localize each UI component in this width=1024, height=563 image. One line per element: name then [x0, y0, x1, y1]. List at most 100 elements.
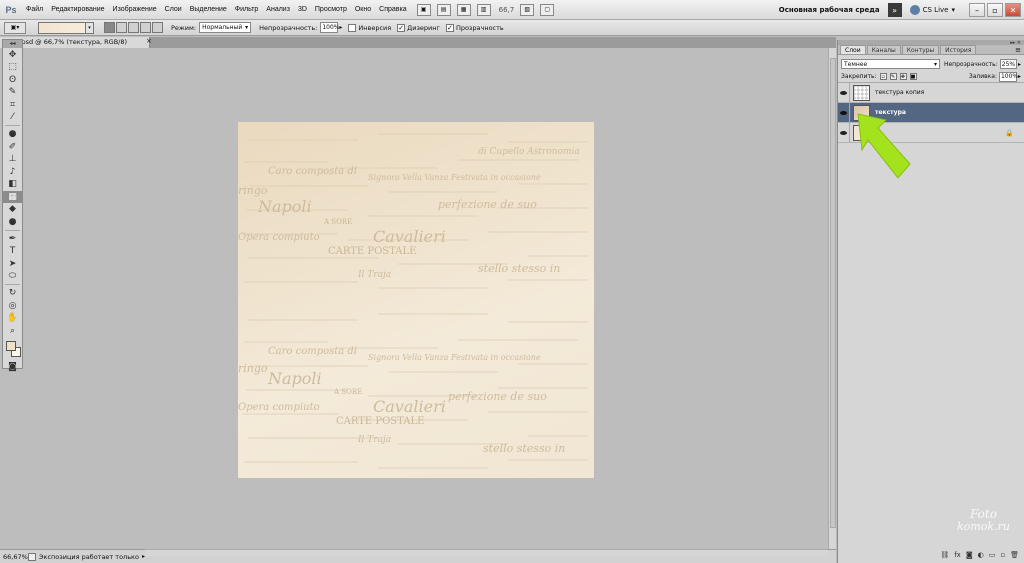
status-info-icon[interactable] — [28, 552, 36, 561]
canvas[interactable]: Caro composta di perfezione de suo stell… — [238, 122, 594, 478]
3d-orbit-tool-icon[interactable]: ◎ — [3, 300, 22, 312]
view-extras-icon[interactable]: ▥ — [476, 3, 491, 16]
cs-live-button[interactable]: CS Live ▾ — [909, 5, 955, 15]
transparency-checkbox[interactable]: ✓ Прозрачность — [445, 23, 504, 32]
chevron-right-icon[interactable]: ▸ — [339, 24, 342, 31]
lock-pixels-icon[interactable]: ✎ — [889, 73, 897, 80]
path-selection-tool-icon[interactable]: ➤ — [3, 258, 22, 270]
close-icon[interactable]: × — [146, 37, 152, 45]
menu-select[interactable]: Выделение — [186, 6, 231, 13]
dodge-tool-icon[interactable]: ● — [3, 216, 22, 228]
clone-stamp-tool-icon[interactable]: ⊥ — [3, 153, 22, 165]
lock-transparency-icon[interactable]: ▫ — [879, 73, 887, 80]
arrange-documents-icon[interactable]: ▧ — [520, 3, 535, 16]
tab-layers[interactable]: Слои — [840, 45, 866, 54]
eraser-tool-icon[interactable]: ◧ — [3, 178, 22, 190]
bridge-icon[interactable]: ▣ — [416, 3, 431, 16]
lock-label: Закрепить: — [841, 73, 877, 80]
gradient-dropdown-icon[interactable]: ▾ — [86, 21, 94, 34]
maximize-button[interactable]: ▫ — [987, 3, 1003, 17]
menu-edit[interactable]: Редактирование — [47, 6, 108, 13]
tools-panel-header[interactable]: ◂◂ — [3, 40, 22, 48]
screen-mode-icon[interactable]: ▢ — [540, 3, 555, 16]
menu-window[interactable]: Окно — [351, 6, 375, 13]
shape-tool-icon[interactable]: ⬭ — [3, 270, 22, 282]
eye-icon[interactable] — [838, 82, 850, 103]
link-layers-icon[interactable]: ⛓ — [940, 551, 949, 559]
fill-field[interactable]: 100% — [998, 71, 1018, 82]
quick-selection-tool-icon[interactable]: ✎ — [3, 86, 22, 98]
menu-help[interactable]: Справка — [375, 6, 410, 13]
reflected-gradient-button[interactable] — [140, 22, 151, 33]
eye-icon[interactable] — [838, 122, 850, 143]
minimize-button[interactable]: – — [969, 3, 985, 17]
layer-opacity-field[interactable]: 25% — [999, 59, 1017, 69]
pen-tool-icon[interactable]: ✒ — [3, 233, 22, 245]
extras-icon[interactable]: ▦ — [456, 3, 471, 16]
tab-history[interactable]: История — [940, 45, 977, 54]
inverse-checkbox[interactable]: Инверсия — [348, 23, 391, 32]
type-tool-icon[interactable]: T — [3, 245, 22, 257]
mode-select[interactable]: Нормальный ▾ — [199, 22, 252, 33]
lock-all-icon[interactable]: ■ — [909, 73, 917, 80]
hand-tool-icon[interactable]: ✋ — [3, 312, 22, 324]
healing-brush-tool-icon[interactable]: ● — [3, 128, 22, 140]
move-tool-icon[interactable]: ✥ — [3, 49, 22, 61]
menu-filter[interactable]: Фильтр — [231, 6, 263, 13]
layer-mask-icon[interactable]: ◙ — [966, 551, 973, 559]
menu-file[interactable]: Файл — [22, 6, 47, 13]
new-layer-icon[interactable]: ▫ — [1000, 551, 1005, 559]
marquee-tool-icon[interactable]: ⬚ — [3, 61, 22, 73]
lock-position-icon[interactable]: ✥ — [899, 73, 907, 80]
linear-gradient-button[interactable] — [104, 22, 115, 33]
menu-image[interactable]: Изображение — [109, 6, 161, 13]
chevron-right-icon[interactable]: ▸ — [1018, 73, 1021, 80]
dither-checkbox[interactable]: ✓ Дизеринг — [397, 23, 440, 32]
adjustment-layer-icon[interactable]: ◐ — [978, 551, 984, 559]
eye-icon[interactable] — [838, 102, 850, 123]
watermark-line-1: Foto — [970, 507, 997, 521]
lasso-tool-icon[interactable]: ʘ — [3, 74, 22, 86]
zoom-level[interactable]: 66,7 — [499, 6, 515, 14]
workspace-label[interactable]: Основная рабочая среда — [779, 6, 880, 14]
brush-tool-icon[interactable]: ✐ — [3, 141, 22, 153]
menu-3d[interactable]: 3D — [294, 6, 311, 13]
menu-view[interactable]: Просмотр — [311, 6, 351, 13]
blend-mode-select[interactable]: Темнее ▾ — [841, 59, 940, 69]
trash-icon[interactable]: 🗑 — [1010, 551, 1019, 559]
blur-tool-icon[interactable]: ◆ — [3, 203, 22, 215]
eyedropper-tool-icon[interactable]: ⁄ — [3, 111, 22, 123]
chevron-right-icon[interactable]: ▸ — [1018, 61, 1021, 68]
opacity-field[interactable]: 100% — [320, 22, 340, 33]
menu-layers[interactable]: Слои — [161, 6, 186, 13]
foreground-color-swatch[interactable] — [6, 340, 16, 351]
horizontal-scrollbar[interactable] — [145, 549, 828, 556]
canvas-script: perfezione de suo — [448, 390, 547, 403]
gradient-swatch[interactable] — [38, 21, 86, 34]
3d-rotate-tool-icon[interactable]: ↻ — [3, 287, 22, 299]
tab-channels[interactable]: Каналы — [866, 45, 901, 54]
close-button[interactable]: ✕ — [1005, 3, 1021, 17]
radial-gradient-button[interactable] — [116, 22, 127, 33]
history-brush-tool-icon[interactable]: ♪ — [3, 166, 22, 178]
panel-menu-icon[interactable]: ≡ — [1015, 46, 1021, 54]
layer-style-icon[interactable]: fx — [954, 551, 961, 559]
tab-paths[interactable]: Контуры — [901, 45, 940, 54]
gradient-tool-icon[interactable]: ▦ — [3, 190, 22, 203]
layer-row[interactable]: текстура копия — [838, 82, 1024, 103]
new-group-icon[interactable]: ▭ — [989, 551, 996, 559]
document-tab-bar: ьтат.psd @ 66,7% (текстура, RGB/8) × — [0, 37, 836, 48]
zoom-tool-icon[interactable]: ⌕ — [3, 325, 22, 337]
tool-preset-picker[interactable]: ▣▾ — [4, 21, 26, 34]
crop-tool-icon[interactable]: ⌗ — [3, 99, 22, 111]
mini-bridge-icon[interactable]: ▤ — [436, 3, 451, 16]
scrollbar-thumb[interactable] — [830, 58, 836, 528]
status-zoom[interactable]: 66,67% — [0, 553, 28, 561]
quick-mask-icon[interactable]: ◙ — [3, 361, 22, 373]
vertical-scrollbar[interactable] — [828, 48, 836, 549]
angle-gradient-button[interactable] — [128, 22, 139, 33]
canvas-script: Cavalieri — [373, 397, 446, 416]
diamond-gradient-button[interactable] — [152, 22, 163, 33]
workspace-expand-icon[interactable]: » — [887, 3, 902, 17]
menu-analysis[interactable]: Анализ — [262, 6, 294, 13]
